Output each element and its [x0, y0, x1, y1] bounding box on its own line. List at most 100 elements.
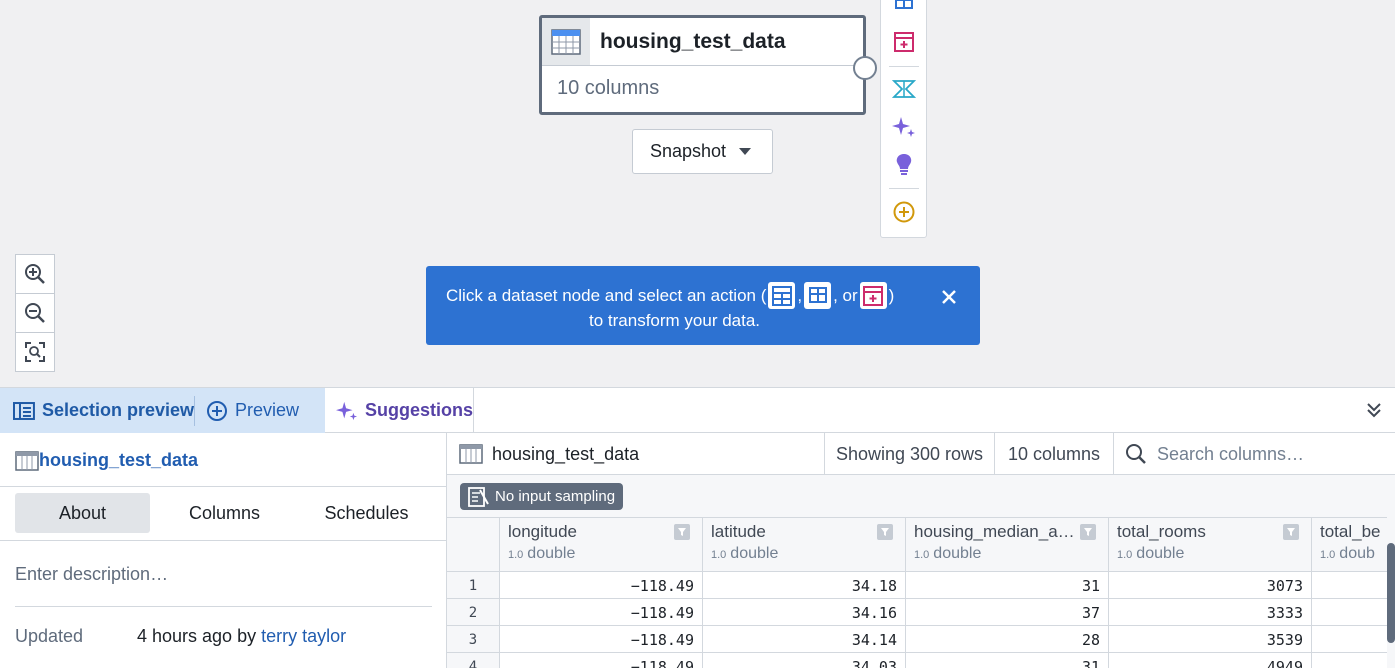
search-columns-input[interactable]: Search columns… — [1115, 433, 1304, 475]
column-type: 1.0 doub — [1320, 545, 1375, 563]
sampling-badge-label: No input sampling — [495, 488, 616, 505]
search-icon — [1126, 444, 1146, 464]
sampling-icon — [468, 486, 489, 507]
type-name: doub — [1339, 545, 1375, 562]
preview-dataset-name: housing_test_data — [492, 443, 640, 464]
divider — [15, 606, 432, 607]
seg-columns[interactable]: Columns — [157, 493, 292, 533]
table-cell[interactable] — [1312, 572, 1387, 599]
table-cell[interactable]: 3073 — [1109, 572, 1312, 599]
column-header[interactable]: longitude 1.0 double — [500, 518, 703, 571]
description-field[interactable]: Enter description… — [15, 564, 168, 585]
table-cell[interactable] — [1312, 653, 1387, 668]
snapshot-dropdown[interactable]: Snapshot — [632, 129, 773, 174]
toast-text: Click a dataset node and select an actio… — [446, 285, 767, 305]
column-header[interactable]: total_rooms 1.0 double — [1109, 518, 1312, 571]
join-icon[interactable] — [892, 0, 916, 15]
column-header[interactable]: total_be 1.0 doub — [1312, 518, 1387, 571]
close-icon[interactable] — [938, 286, 960, 308]
table-cell[interactable]: 28 — [906, 626, 1109, 653]
column-header[interactable]: housing_median_a… 1.0 double — [906, 518, 1109, 571]
node-output-port[interactable] — [853, 56, 877, 80]
dataset-node[interactable]: housing_test_data 10 columns — [539, 15, 877, 115]
zoom-in-icon — [25, 264, 45, 284]
type-prefix: 1.0 — [711, 549, 727, 561]
filter-icon[interactable] — [877, 524, 893, 540]
table-cell[interactable]: −118.49 — [500, 599, 703, 626]
dataset-details-pane: housing_test_data About Columns Schedule… — [0, 433, 447, 668]
table-cell[interactable]: −118.49 — [500, 626, 703, 653]
column-header[interactable]: latitude 1.0 double — [703, 518, 906, 571]
table-cell[interactable] — [1312, 626, 1387, 653]
zoom-to-fit-button[interactable] — [15, 332, 55, 372]
table-cell[interactable]: 31 — [906, 653, 1109, 668]
table-cell[interactable] — [1312, 599, 1387, 626]
type-name: double — [527, 545, 576, 562]
column-name: longitude — [508, 522, 578, 541]
table-cell[interactable]: 3333 — [1109, 599, 1312, 626]
column-name: total_rooms — [1117, 522, 1206, 541]
table-cell[interactable]: 3539 — [1109, 626, 1312, 653]
table-cell[interactable]: 34.18 — [703, 572, 906, 599]
type-name: double — [933, 545, 982, 562]
snapshot-label: Snapshot — [650, 141, 727, 161]
scrollbar-thumb[interactable] — [1387, 543, 1395, 643]
toolbar-divider — [889, 66, 919, 67]
add-transform-icon[interactable] — [892, 30, 916, 54]
toast-text: ) — [888, 285, 895, 305]
table-cell[interactable]: −118.49 — [500, 572, 703, 599]
table-cell[interactable]: 31 — [906, 572, 1109, 599]
table-list-icon — [13, 401, 35, 420]
toast-text: , or — [833, 285, 858, 305]
row-number: 3 — [447, 626, 500, 653]
zoom-to-fit-icon — [25, 342, 45, 362]
data-preview-pane: housing_test_data Showing 300 rows 10 co… — [447, 433, 1395, 668]
updated-label: Updated — [15, 626, 84, 646]
sampling-badge: No input sampling — [460, 483, 624, 510]
column-type: 1.0 double — [711, 545, 778, 563]
collapse-panel-icon[interactable] — [1365, 401, 1383, 422]
zoom-out-button[interactable] — [15, 293, 55, 333]
table-cell[interactable]: 34.03 — [703, 653, 906, 668]
details-segmented-control: About Columns Schedules — [15, 493, 441, 533]
zoom-in-button[interactable] — [15, 254, 55, 294]
tab-selection-preview[interactable]: Selection preview — [0, 395, 195, 426]
filter-icon[interactable] — [674, 524, 690, 540]
table-cell[interactable]: 4949 — [1109, 653, 1312, 668]
column-name: housing_median_a… — [914, 522, 1075, 541]
type-prefix: 1.0 — [1117, 549, 1133, 561]
table-cell[interactable]: 34.14 — [703, 626, 906, 653]
user-link[interactable]: terry taylor — [261, 626, 346, 646]
preview-header-bar: housing_test_data Showing 300 rows 10 co… — [447, 433, 1395, 475]
table-row: 3 −118.49 34.14 28 3539 — [447, 625, 1387, 653]
dataset-link[interactable]: housing_test_data — [15, 450, 198, 471]
tab-preview[interactable]: Preview — [195, 388, 299, 433]
divider — [0, 540, 447, 541]
pipeline-canvas[interactable]: housing_test_data 10 columns Snapshot Cl… — [0, 0, 1395, 387]
table-row: 2 −118.49 34.16 37 3333 — [447, 598, 1387, 626]
updated-time: 4 hours ago by — [137, 626, 262, 646]
add-circle-icon[interactable] — [892, 200, 916, 224]
table-cell[interactable]: 37 — [906, 599, 1109, 626]
split-transform-icon — [768, 282, 796, 309]
union-icon[interactable] — [892, 77, 916, 101]
join-icon — [804, 282, 832, 309]
filter-icon[interactable] — [1283, 524, 1299, 540]
tab-suggestions[interactable]: Suggestions — [325, 388, 474, 433]
table-row: 1 −118.49 34.18 31 3073 — [447, 571, 1387, 599]
type-name: double — [1136, 545, 1185, 562]
bottom-panel-tabs: Selection preview Preview Suggestions — [0, 387, 1395, 433]
lightbulb-icon[interactable] — [892, 153, 916, 177]
row-number: 1 — [447, 572, 500, 599]
node-column-count: 10 columns — [557, 77, 660, 99]
ai-sparkle-icon[interactable] — [892, 115, 916, 139]
toast-text-line2: to transform your data. — [589, 311, 761, 330]
table-cell[interactable]: 34.16 — [703, 599, 906, 626]
seg-schedules[interactable]: Schedules — [299, 493, 434, 533]
node-action-toolbar — [880, 0, 927, 238]
toast-message: Click a dataset node and select an actio… — [446, 282, 894, 309]
table-cell[interactable]: −118.49 — [500, 653, 703, 668]
filter-icon[interactable] — [1080, 524, 1096, 540]
table-row: 4 −118.49 34.03 31 4949 — [447, 652, 1387, 668]
seg-about[interactable]: About — [15, 493, 150, 533]
